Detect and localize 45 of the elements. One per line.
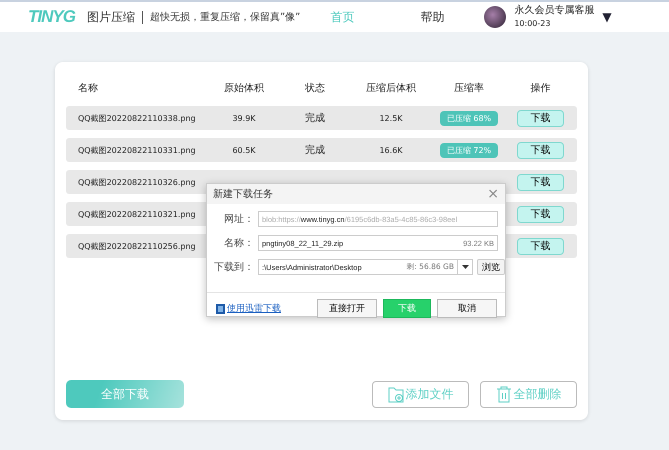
service-label: 永久会员专属客服 [514,4,594,17]
column-header: 原始体积 [223,82,265,95]
trash-icon [496,385,512,403]
avatar [484,6,506,28]
caret-icon [462,265,468,269]
nav-link[interactable]: 帮助 [420,8,444,26]
table-cell: 12.5K [379,114,403,122]
alternate-download-link[interactable]: 使用迅雷下载 [227,302,281,315]
app-title: 图片压缩 [86,8,135,26]
table-cell: 39.9K [232,114,256,122]
app-icon [216,304,225,314]
tagline: 超快无损，重复压缩，保留真”像” [150,10,300,24]
download-button[interactable]: 下载 [517,238,564,254]
service-hours: 10:00-23 [514,18,552,30]
dialog-title: 新建下载任务 [213,188,273,201]
download-button[interactable]: 下载 [517,110,564,126]
column-header: 操作 [530,82,552,95]
dialog-button[interactable]: 直接打开 [317,299,377,318]
table-cell: 完成 [305,113,325,124]
download-button[interactable]: 下载 [517,206,564,222]
column-header: 状态 [304,82,326,95]
column-header: 名称 [77,82,99,95]
column-header: 压缩后体积 [365,82,417,95]
table-cell: 60.5K [232,146,256,154]
field-label: 网址： [223,212,254,226]
dropdown-caret[interactable]: ▼ [602,10,612,24]
file-name: QQ截图20220822110331.png [77,144,197,156]
ratio-badge: 已压缩 72% [440,142,498,158]
download-button[interactable]: 下载 [517,142,564,158]
file-name: QQ截图20220822110326.png [77,176,197,188]
file-name: QQ截图20220822110256.png [77,240,197,252]
file-name: QQ截图20220822110321.png [77,208,197,220]
table-cell: 完成 [305,145,325,156]
column-header: 压缩率 [453,82,485,95]
browse-button[interactable]: 浏览 [477,259,505,275]
folder-plus-icon [388,385,404,403]
download-button[interactable]: 下载 [517,174,564,190]
field-label: 下载到： [213,260,254,274]
dropdown-button[interactable] [458,259,473,275]
file-name: QQ截图20220822110338.png [77,112,197,124]
field-label: 名称： [223,237,254,250]
dialog-button[interactable]: 取消 [437,299,497,318]
table-cell: 16.6K [379,146,403,154]
logo: TINYG [28,7,75,27]
ratio-badge: 已压缩 68% [440,110,498,126]
